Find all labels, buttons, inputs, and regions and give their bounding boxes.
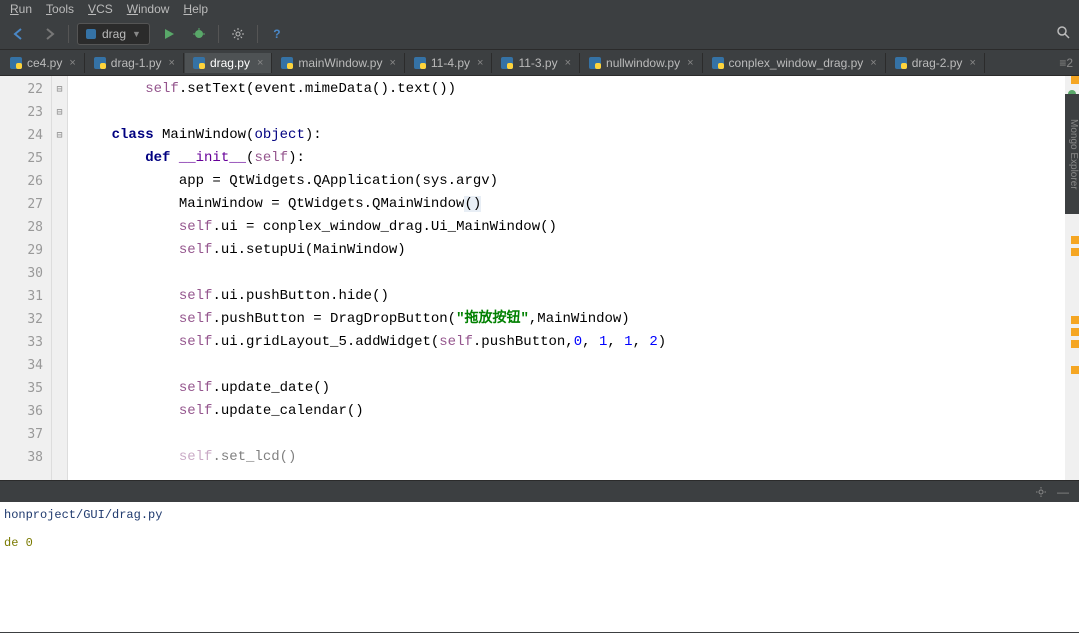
run-button[interactable] xyxy=(158,23,180,45)
python-file-icon xyxy=(94,57,106,69)
tab-mainWindow-py[interactable]: mainWindow.py × xyxy=(273,53,404,73)
close-icon[interactable]: × xyxy=(257,57,263,69)
run-config-selector[interactable]: drag ▼ xyxy=(77,23,150,45)
run-panel-header: — xyxy=(0,480,1079,502)
close-icon[interactable]: × xyxy=(687,57,693,69)
tab-overflow-badge[interactable]: ≡2 xyxy=(1059,56,1073,70)
tab-label: drag.py xyxy=(210,56,250,70)
close-icon[interactable]: × xyxy=(870,57,876,69)
tab-label: drag-2.py xyxy=(912,56,963,70)
chevron-down-icon: ▼ xyxy=(132,29,141,39)
python-file-icon xyxy=(414,57,426,69)
hide-panel-icon[interactable]: — xyxy=(1057,485,1069,499)
close-icon[interactable]: × xyxy=(969,57,975,69)
close-icon[interactable]: × xyxy=(565,57,571,69)
code-editor[interactable]: 2223242526272829303132333435363738 ⊟⊟⊟ s… xyxy=(0,76,1079,480)
nav-back-button[interactable] xyxy=(8,23,30,45)
console-exit-code: de 0 xyxy=(4,536,1075,550)
close-icon[interactable]: × xyxy=(169,57,175,69)
tab-nullwindow-py[interactable]: nullwindow.py × xyxy=(581,53,702,73)
python-file-icon xyxy=(895,57,907,69)
debug-button[interactable] xyxy=(188,23,210,45)
menu-help[interactable]: Help xyxy=(183,2,208,16)
search-everywhere-icon[interactable] xyxy=(1055,24,1071,40)
python-file-icon xyxy=(281,57,293,69)
console-path: honproject/GUI/drag.py xyxy=(4,508,1075,522)
tab-11-3-py[interactable]: 11-3.py × xyxy=(493,53,580,73)
python-file-icon xyxy=(712,57,724,69)
side-tool-mongo[interactable]: Mongo Explorer xyxy=(1065,94,1079,214)
line-gutter: 2223242526272829303132333435363738 xyxy=(0,76,52,480)
close-icon[interactable]: × xyxy=(389,57,395,69)
python-icon xyxy=(86,29,96,39)
tab-ce4-py[interactable]: ce4.py × xyxy=(2,53,85,73)
tab-label: mainWindow.py xyxy=(298,56,382,70)
menu-tools[interactable]: Tools xyxy=(46,2,74,16)
close-icon[interactable]: × xyxy=(69,57,75,69)
python-file-icon xyxy=(589,57,601,69)
menu-window[interactable]: Window xyxy=(127,2,170,16)
menu-bar: Run Tools VCS Window Help xyxy=(0,0,1079,18)
close-icon[interactable]: × xyxy=(477,57,483,69)
tab-drag-1-py[interactable]: drag-1.py × xyxy=(86,53,184,73)
tab-label: ce4.py xyxy=(27,56,62,70)
menu-run[interactable]: Run xyxy=(10,2,32,16)
code-area[interactable]: self.setText(event.mimeData().text()) cl… xyxy=(68,76,1065,480)
menu-vcs[interactable]: VCS xyxy=(88,2,113,16)
tab-label: 11-4.py xyxy=(431,56,470,70)
fold-column[interactable]: ⊟⊟⊟ xyxy=(52,76,68,480)
settings-button[interactable] xyxy=(227,23,249,45)
tab-drag-py[interactable]: drag.py × xyxy=(185,53,272,73)
python-file-icon xyxy=(193,57,205,69)
tab-label: nullwindow.py xyxy=(606,56,680,70)
tab-label: drag-1.py xyxy=(111,56,162,70)
tab-drag-2-py[interactable]: drag-2.py × xyxy=(887,53,985,73)
python-file-icon xyxy=(501,57,513,69)
run-config-label: drag xyxy=(102,27,126,41)
run-settings-icon[interactable] xyxy=(1035,486,1047,498)
nav-forward-button[interactable] xyxy=(38,23,60,45)
run-console[interactable]: honproject/GUI/drag.py de 0 xyxy=(0,502,1079,632)
toolbar: drag ▼ ? xyxy=(0,18,1079,50)
tab-label: conplex_window_drag.py xyxy=(729,56,864,70)
tab-conplex_window_drag-py[interactable]: conplex_window_drag.py × xyxy=(704,53,886,73)
python-file-icon xyxy=(10,57,22,69)
tab-11-4-py[interactable]: 11-4.py × xyxy=(406,53,493,73)
editor-tabs: ce4.py×drag-1.py×drag.py×mainWindow.py×1… xyxy=(0,50,1079,76)
tab-label: 11-3.py xyxy=(518,56,557,70)
help-button[interactable]: ? xyxy=(266,23,288,45)
